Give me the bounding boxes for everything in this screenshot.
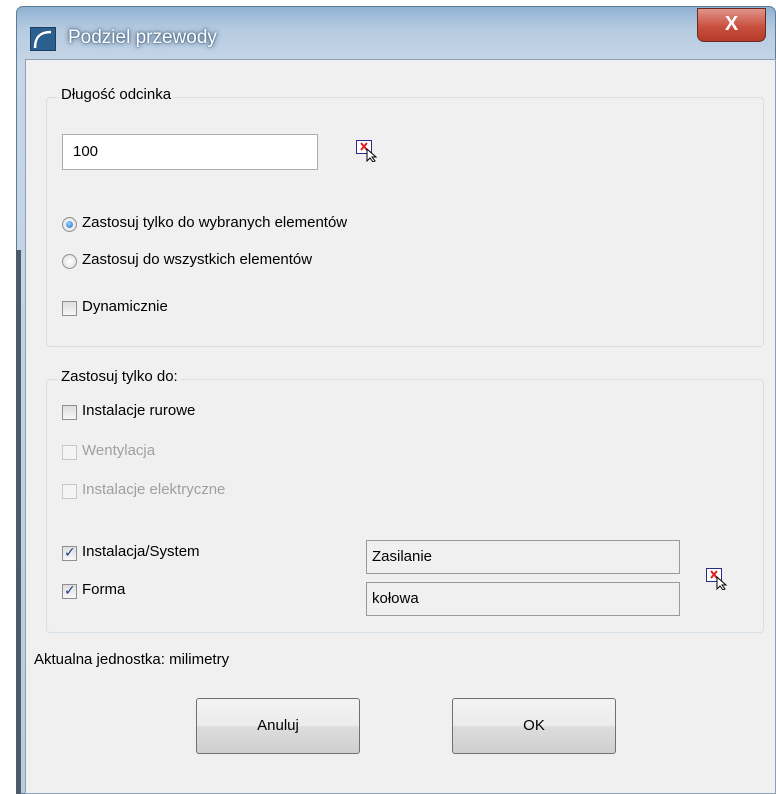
electrical-label: Instalacje elektryczne [82, 481, 226, 498]
close-icon: X [724, 13, 739, 35]
ventilation-label: Wentylacja [82, 442, 156, 459]
filter-legend: Zastosuj tylko do: [58, 368, 181, 385]
pick-element-icon[interactable] [706, 568, 728, 590]
apply-selected-label[interactable]: Zastosuj tylko do wybranych elementów [82, 214, 347, 231]
window-edge [16, 250, 21, 794]
close-button[interactable]: X [697, 8, 766, 42]
shape-checkbox[interactable] [62, 582, 77, 599]
app-icon [30, 27, 56, 51]
shape-label[interactable]: Forma [82, 581, 125, 598]
window-title: Podziel przewody [68, 27, 217, 48]
apply-selected-radio[interactable] [62, 217, 77, 232]
ok-button[interactable]: OK [452, 698, 616, 754]
electrical-checkbox [62, 484, 77, 499]
segment-length-input[interactable]: 100 [62, 134, 318, 170]
current-unit-label: Aktualna jednostka: milimetry [34, 651, 230, 668]
shape-value-field: kołowa [366, 582, 680, 616]
system-checkbox[interactable] [62, 544, 77, 561]
ventilation-checkbox [62, 445, 77, 460]
pipes-checkbox[interactable] [62, 405, 77, 420]
system-label[interactable]: Instalacja/System [82, 543, 200, 560]
dynamic-label[interactable]: Dynamicznie [82, 298, 168, 315]
pipes-label[interactable]: Instalacje rurowe [82, 402, 195, 419]
apply-all-label[interactable]: Zastosuj do wszystkich elementów [82, 251, 312, 268]
system-value-field: Zasilanie [366, 540, 680, 574]
dynamic-checkbox[interactable] [62, 301, 77, 316]
pick-element-icon[interactable] [356, 140, 378, 162]
cancel-button[interactable]: Anuluj [196, 698, 360, 754]
apply-all-radio[interactable] [62, 254, 77, 269]
segment-length-legend: Długość odcinka [58, 86, 175, 103]
